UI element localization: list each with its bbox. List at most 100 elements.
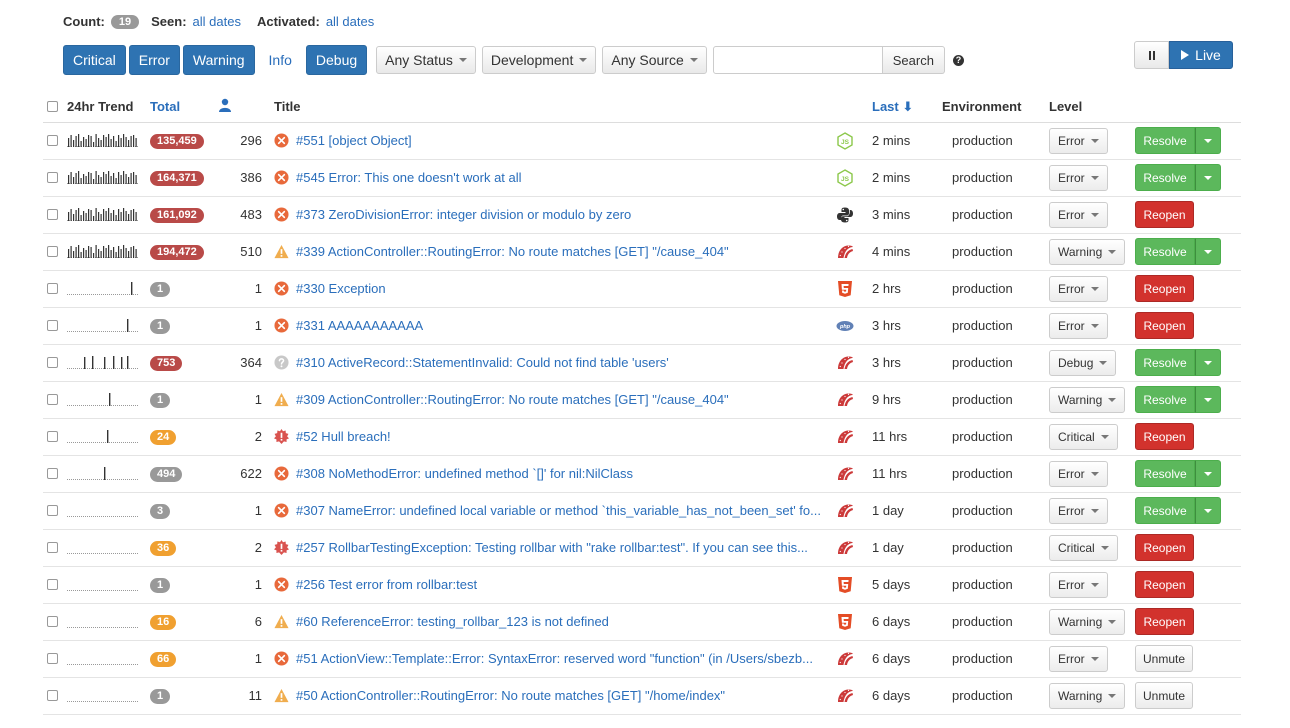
row-checkbox[interactable] [47, 135, 58, 146]
level-filter-info[interactable]: Info [258, 45, 303, 75]
table-row[interactable]: 36 2 #257 RollbarTestingException: Testi… [43, 529, 1241, 567]
resolve-button[interactable]: Resolve [1135, 164, 1195, 191]
select-all-checkbox[interactable] [47, 101, 58, 113]
table-row[interactable]: 1 11 #50 ActionController::RoutingError:… [43, 677, 1241, 715]
item-title-link[interactable]: #256 Test error from rollbar:test [296, 577, 477, 592]
item-title-link[interactable]: #52 Hull breach! [296, 429, 391, 444]
level-dropdown[interactable]: Error [1049, 460, 1108, 487]
reopen-button[interactable]: Reopen [1135, 201, 1194, 228]
item-title-link[interactable]: #60 ReferenceError: testing_rollbar_123 … [296, 614, 609, 629]
table-row[interactable]: 66 1 #51 ActionView::Template::Error: Sy… [43, 640, 1241, 678]
table-row[interactable]: 494 622 #308 NoMethodError: undefined me… [43, 455, 1241, 493]
item-title-link[interactable]: #551 [object Object] [296, 133, 412, 148]
level-dropdown[interactable]: Error [1049, 312, 1108, 339]
level-dropdown[interactable]: Error [1049, 201, 1108, 228]
row-checkbox[interactable] [47, 283, 58, 294]
resolve-button[interactable]: Resolve [1135, 349, 1195, 376]
table-row[interactable]: 194,472 510 #339 ActionController::Routi… [43, 233, 1241, 271]
level-dropdown[interactable]: Error [1049, 645, 1108, 672]
item-title-link[interactable]: #331 AAAAAAAAAAA [296, 318, 423, 333]
row-checkbox[interactable] [47, 616, 58, 627]
row-checkbox[interactable] [47, 468, 58, 479]
resolve-options-dropdown[interactable] [1195, 164, 1221, 191]
item-title-link[interactable]: #339 ActionController::RoutingError: No … [296, 244, 729, 259]
resolve-options-dropdown[interactable] [1195, 127, 1221, 154]
level-dropdown[interactable]: Critical [1049, 534, 1118, 561]
table-row[interactable]: 16 6 #60 ReferenceError: testing_rollbar… [43, 603, 1241, 641]
row-checkbox[interactable] [47, 653, 58, 664]
item-title-link[interactable]: #308 NoMethodError: undefined method `[]… [296, 466, 633, 481]
header-last[interactable]: Last ⬇ [872, 92, 942, 123]
resolve-options-dropdown[interactable] [1195, 460, 1221, 487]
table-row[interactable]: 1 1 #256 Test error from rollbar:test 5 … [43, 566, 1241, 604]
reopen-button[interactable]: Reopen [1135, 423, 1194, 450]
resolve-options-dropdown[interactable] [1195, 349, 1221, 376]
row-checkbox[interactable] [47, 394, 58, 405]
resolve-button[interactable]: Resolve [1135, 127, 1195, 154]
item-title-link[interactable]: #330 Exception [296, 281, 386, 296]
source-filter-dropdown[interactable]: Any Source [602, 46, 707, 74]
unmute-button[interactable]: Unmute [1135, 682, 1193, 709]
level-dropdown[interactable]: Error [1049, 127, 1108, 154]
item-title-link[interactable]: #50 ActionController::RoutingError: No r… [296, 688, 725, 703]
level-dropdown[interactable]: Critical [1049, 423, 1118, 450]
level-dropdown[interactable]: Warning [1049, 682, 1126, 709]
reopen-button[interactable]: Reopen [1135, 571, 1194, 598]
level-dropdown[interactable]: Warning [1049, 608, 1126, 635]
user-icon[interactable] [218, 98, 232, 113]
level-dropdown[interactable]: Debug [1049, 349, 1117, 376]
level-dropdown[interactable]: Error [1049, 275, 1108, 302]
table-row[interactable]: 24 2 #52 Hull breach! 11 hrs production … [43, 418, 1241, 456]
reopen-button[interactable]: Reopen [1135, 275, 1194, 302]
item-title-link[interactable]: #257 RollbarTestingException: Testing ro… [296, 540, 808, 555]
row-checkbox[interactable] [47, 172, 58, 183]
search-input[interactable] [712, 46, 883, 74]
item-title-link[interactable]: #51 ActionView::Template::Error: SyntaxE… [296, 651, 813, 666]
resolve-button[interactable]: Resolve [1135, 238, 1195, 265]
table-row[interactable]: 161,092 483 #373 ZeroDivisionError: inte… [43, 196, 1241, 234]
row-checkbox[interactable] [47, 431, 58, 442]
resolve-button[interactable]: Resolve [1135, 460, 1195, 487]
header-total[interactable]: Total [150, 92, 218, 123]
level-filter-debug[interactable]: Debug [305, 45, 368, 75]
level-dropdown[interactable]: Error [1049, 571, 1108, 598]
resolve-options-dropdown[interactable] [1195, 238, 1221, 265]
activated-dates-link[interactable]: all dates [326, 14, 374, 29]
status-filter-dropdown[interactable]: Any Status [376, 46, 476, 74]
resolve-options-dropdown[interactable] [1195, 497, 1221, 524]
unmute-button[interactable]: Unmute [1135, 645, 1193, 672]
item-title-link[interactable]: #307 NameError: undefined local variable… [296, 503, 821, 518]
seen-dates-link[interactable]: all dates [193, 14, 241, 29]
row-checkbox[interactable] [47, 246, 58, 257]
row-checkbox[interactable] [47, 579, 58, 590]
level-filter-critical[interactable]: Critical [63, 45, 126, 75]
row-checkbox[interactable] [47, 357, 58, 368]
row-checkbox[interactable] [47, 505, 58, 516]
resolve-options-dropdown[interactable] [1195, 386, 1221, 413]
row-checkbox[interactable] [47, 320, 58, 331]
pause-button[interactable] [1134, 41, 1169, 69]
level-dropdown[interactable]: Error [1049, 497, 1108, 524]
resolve-button[interactable]: Resolve [1135, 386, 1195, 413]
item-title-link[interactable]: #309 ActionController::RoutingError: No … [296, 392, 729, 407]
level-dropdown[interactable]: Error [1049, 164, 1108, 191]
item-title-link[interactable]: #545 Error: This one doesn't work at all [296, 170, 522, 185]
level-dropdown[interactable]: Warning [1049, 386, 1126, 413]
table-row[interactable]: 1 1 #330 Exception 2 hrs production Erro… [43, 270, 1241, 308]
row-checkbox[interactable] [47, 542, 58, 553]
resolve-button[interactable]: Resolve [1135, 497, 1195, 524]
table-row[interactable]: 3 1 #307 NameError: undefined local vari… [43, 492, 1241, 530]
reopen-button[interactable]: Reopen [1135, 608, 1194, 635]
table-row[interactable]: 164,371 386 #545 Error: This one doesn't… [43, 159, 1241, 197]
table-row[interactable]: 1 1 #331 AAAAAAAAAAA php 3 hrs productio… [43, 307, 1241, 345]
item-title-link[interactable]: #310 ActiveRecord::StatementInvalid: Cou… [296, 355, 669, 370]
level-filter-error[interactable]: Error [128, 45, 180, 75]
table-row[interactable]: 135,459 296 #551 [object Object] JS 2 mi… [43, 122, 1241, 160]
reopen-button[interactable]: Reopen [1135, 534, 1194, 561]
live-button[interactable]: Live [1169, 41, 1233, 69]
reopen-button[interactable]: Reopen [1135, 312, 1194, 339]
level-dropdown[interactable]: Warning [1049, 238, 1126, 265]
row-checkbox[interactable] [47, 209, 58, 220]
search-button[interactable]: Search [882, 46, 945, 74]
table-row[interactable]: 753 364 #310 ActiveRecord::StatementInva… [43, 344, 1241, 382]
